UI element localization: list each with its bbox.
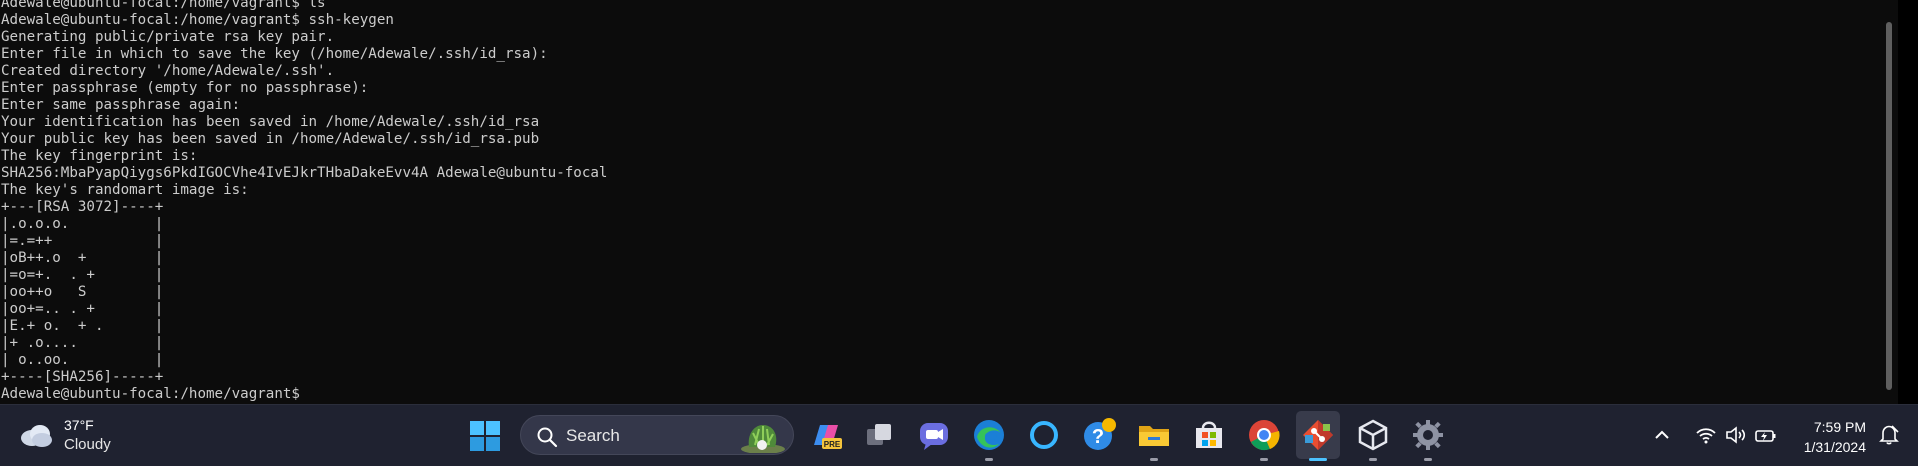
clock-time: 7:59 PM [1813, 419, 1866, 435]
terminal-line: Adewale@ubuntu-focal:/home/vagrant$ [1, 386, 309, 402]
terminal-line: |.o.o.o. | [1, 216, 164, 232]
terminal-line: Enter same passphrase again: [1, 97, 241, 113]
terminal-line: Enter passphrase (empty for no passphras… [1, 80, 369, 96]
svg-text:PRE: PRE [824, 440, 841, 449]
chrome-icon[interactable] [1246, 417, 1282, 453]
clock-date: 1/31/2024 [1803, 439, 1866, 455]
terminal-line: |E.+ o. + . | [1, 318, 164, 334]
scrollbar-thumb[interactable] [1886, 22, 1892, 390]
terminal-line: |+ .o.... | [1, 335, 164, 351]
microsoft-store-icon[interactable] [1191, 417, 1227, 453]
terminal-line: Generating public/private rsa key pair. [1, 29, 335, 45]
terminal-line: Adewale@ubuntu-focal:/home/vagrant$ ls [1, 0, 326, 11]
get-help-icon[interactable]: ? [1081, 417, 1117, 453]
copilot-pre-icon[interactable]: PRE [808, 417, 844, 453]
terminal-line: |oB++.o + | [1, 250, 164, 266]
svg-text:?: ? [1092, 426, 1104, 448]
terminal-window[interactable]: Adewale@ubuntu-focal:/home/vagrant$ ls A… [0, 0, 1898, 404]
terminal-line: +----[SHA256]-----+ [1, 369, 164, 385]
virtualbox-running-indicator [1369, 458, 1377, 461]
terminal-line: Enter file in which to save the key (/ho… [1, 46, 548, 62]
system-tray [1650, 423, 1784, 447]
search-highlight-icon [741, 425, 785, 453]
settings-running-indicator [1424, 458, 1432, 461]
terminal-scrollbar[interactable] [1880, 0, 1898, 404]
terminal-line: Adewale@ubuntu-focal:/home/vagrant$ ssh-… [1, 12, 394, 28]
terminal-line: SHA256:MbaPyapQiygs6PkdIGOCVhe4IvEJkrTHb… [1, 165, 608, 181]
terminal-line: Created directory '/home/Adewale/.ssh'. [1, 63, 335, 79]
virtualbox-icon[interactable] [1355, 417, 1391, 453]
wifi-icon[interactable] [1694, 423, 1718, 447]
edge-icon[interactable] [971, 417, 1007, 453]
notification-bell-icon[interactable] [1878, 423, 1900, 445]
taskbar: 37°F Cloudy Search PRE ? 7:59 PM 1/31/20… [0, 404, 1918, 466]
terminal-line: +---[RSA 3072]----+ [1, 199, 164, 215]
task-view-icon[interactable] [861, 417, 897, 453]
terminal-line: | o..oo. | [1, 352, 164, 368]
chrome-running-indicator [1260, 458, 1268, 461]
cloud-icon [21, 425, 52, 447]
weather-condition: Cloudy [64, 436, 111, 453]
weather-temperature: 37°F [64, 417, 94, 433]
search-icon [537, 427, 558, 448]
terminal-line: The key's randomart image is: [1, 182, 249, 198]
volume-icon[interactable] [1724, 423, 1748, 447]
edge-running-indicator [985, 458, 993, 461]
file-explorer-icon[interactable] [1136, 417, 1172, 453]
cortana-ring-icon[interactable] [1026, 417, 1062, 453]
search-box[interactable]: Search [520, 415, 794, 455]
battery-charging-icon[interactable] [1754, 423, 1778, 447]
settings-icon[interactable] [1410, 417, 1446, 453]
explorer-running-indicator [1150, 458, 1158, 461]
weather-widget[interactable]: 37°F Cloudy [18, 416, 111, 454]
terminal-line: |=o=+. . + | [1, 267, 164, 283]
terminal-line: |oo++o S | [1, 284, 164, 300]
clock[interactable]: 7:59 PM 1/31/2024 [1804, 417, 1866, 457]
chevron-up-icon[interactable] [1650, 423, 1674, 447]
search-label: Search [566, 426, 620, 445]
terminal-line: Your identification has been saved in /h… [1, 114, 540, 130]
git-active-indicator [1309, 458, 1327, 461]
terminal-line: The key fingerprint is: [1, 148, 198, 164]
terminal-output[interactable]: Adewale@ubuntu-focal:/home/vagrant$ ls A… [0, 0, 607, 403]
terminal-line: |=.=++ | [1, 233, 164, 249]
git-icon[interactable] [1300, 417, 1336, 453]
teams-chat-icon[interactable] [916, 417, 952, 453]
start-icon[interactable] [469, 420, 501, 452]
terminal-line: |oo+=.. . + | [1, 301, 164, 317]
terminal-line: Your public key has been saved in /home/… [1, 131, 540, 147]
